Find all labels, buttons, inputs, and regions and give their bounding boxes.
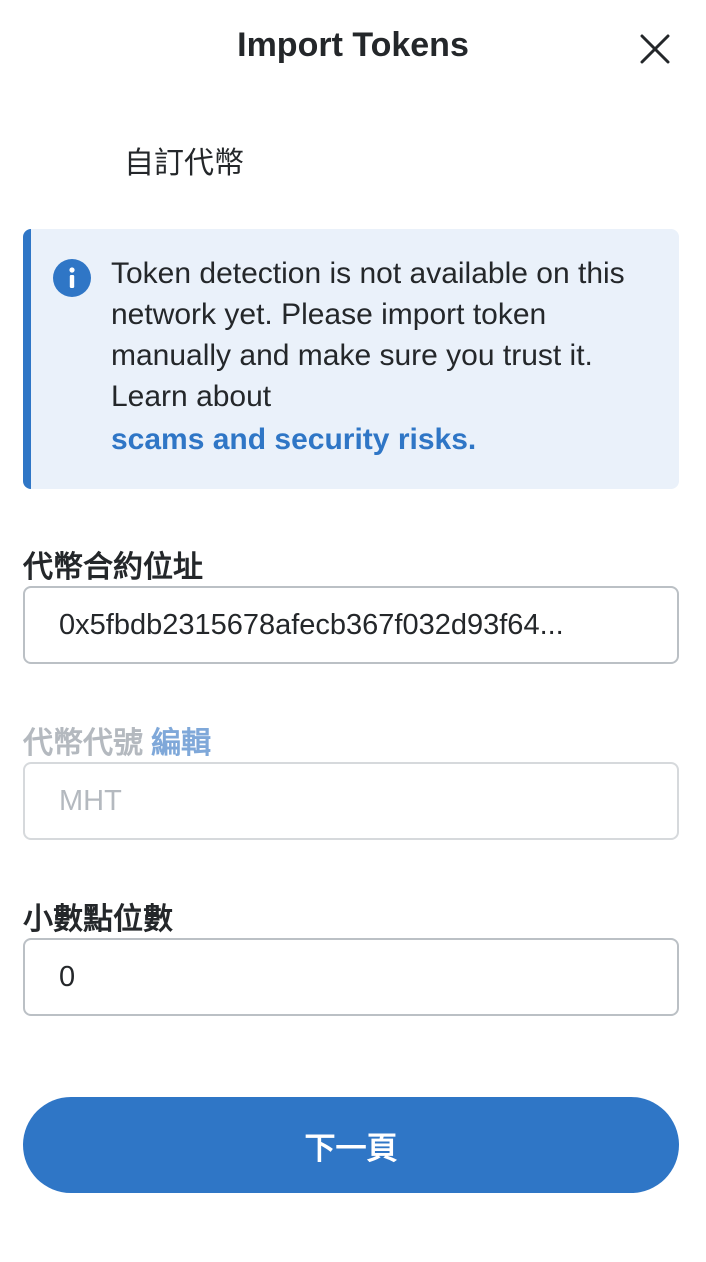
close-icon <box>640 34 670 64</box>
banner-message: Token detection is not available on this… <box>111 253 663 460</box>
info-icon <box>53 259 91 297</box>
contract-address-value: 0x5fbdb2315678afecb367f032d93f64... <box>59 608 564 641</box>
token-symbol-label: 代幣代號 <box>23 727 143 760</box>
scams-security-risks-link[interactable]: scams and security risks. <box>111 419 663 460</box>
contract-address-input[interactable]: 0x5fbdb2315678afecb367f032d93f64... <box>23 586 679 664</box>
import-tokens-page: Import Tokens 自訂代幣 Token detection is no… <box>0 0 706 1262</box>
decimals-label: 小數點位數 <box>23 903 173 936</box>
tab-custom-token[interactable]: 自訂代幣 <box>124 138 244 182</box>
decimals-value: 0 <box>59 960 76 993</box>
next-button[interactable]: 下一頁 <box>23 1097 679 1193</box>
token-symbol-value: MHT <box>59 784 122 817</box>
banner-message-text: Token detection is not available on this… <box>111 257 625 413</box>
token-detection-banner: Token detection is not available on this… <box>23 229 679 489</box>
decimals-input[interactable]: 0 <box>23 938 679 1016</box>
page-title: Import Tokens <box>237 26 469 64</box>
token-symbol-input: MHT <box>23 762 679 840</box>
contract-address-label: 代幣合約位址 <box>23 551 203 584</box>
edit-symbol-link[interactable]: 編輯 <box>151 727 211 760</box>
token-symbol-label-row: 代幣代號 編輯 <box>23 718 211 762</box>
close-button[interactable] <box>634 28 676 70</box>
